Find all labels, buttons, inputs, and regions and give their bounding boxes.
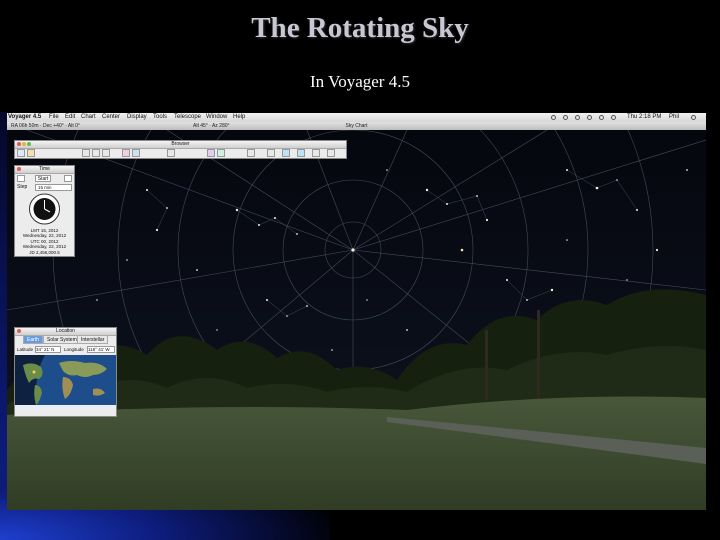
toolbar-button-2[interactable] — [27, 149, 35, 157]
location-tabs: Earth Solar System Interstellar — [15, 336, 116, 345]
slide-title: The Rotating Sky — [251, 12, 469, 44]
menu-telescope[interactable]: Telescope — [174, 113, 201, 122]
battery-icon[interactable] — [611, 115, 616, 120]
toolbar-button-14[interactable] — [297, 149, 305, 157]
toolbar-button-3[interactable] — [82, 149, 90, 157]
toolbar-button-9[interactable] — [207, 149, 215, 157]
volume-icon[interactable] — [575, 115, 580, 120]
timemachine-icon[interactable] — [599, 115, 604, 120]
sky-chart-view[interactable] — [7, 130, 706, 510]
tab-solar-system[interactable]: Solar System — [43, 336, 81, 344]
sky-chart-titlebar: Sky Chart RA 06h 50m · Dec +40° · Alt 0°… — [7, 122, 706, 130]
menu-center[interactable]: Center — [102, 113, 120, 122]
step-select[interactable]: 15 min — [35, 184, 72, 191]
menu-tools[interactable]: Tools — [153, 113, 167, 122]
toolbar-button-12[interactable] — [267, 149, 275, 157]
toolbar-button-5[interactable] — [102, 149, 110, 157]
time-titlebar: Time — [15, 166, 74, 174]
location-title: Location — [56, 328, 75, 334]
menu-edit[interactable]: Edit — [65, 113, 75, 122]
clock[interactable]: Thu 2:18 PM — [627, 113, 661, 122]
tab-earth[interactable]: Earth — [23, 336, 43, 344]
minimize-button[interactable] — [22, 142, 26, 146]
toolbar-button-16[interactable] — [327, 149, 335, 157]
latitude-label: Latitude — [17, 347, 34, 352]
coordinates-row: Latitude 34° 21' N Longitude 118° 41' W — [15, 345, 116, 354]
wifi-icon[interactable] — [563, 115, 568, 120]
location-titlebar: Location — [15, 328, 116, 336]
menu-window[interactable]: Window — [206, 113, 227, 122]
toolbar-button-8[interactable] — [167, 149, 175, 157]
toolbar-button-15[interactable] — [312, 149, 320, 157]
toolbar-button-4[interactable] — [92, 149, 100, 157]
time-clock-dial[interactable] — [15, 192, 74, 228]
close-button[interactable] — [17, 142, 21, 146]
step-label: Step — [17, 184, 28, 190]
toolbar-button-7[interactable] — [132, 149, 140, 157]
step-back-button[interactable] — [17, 175, 25, 182]
longitude-label: Longitude — [64, 347, 84, 352]
voyager-screenshot: Voyager 4.5 File Edit Chart Center Displ… — [7, 113, 706, 510]
sky-chart-title: Sky Chart — [345, 123, 368, 129]
browser-titlebar: Browser — [15, 141, 346, 149]
mac-menubar: Voyager 4.5 File Edit Chart Center Displ… — [7, 113, 706, 122]
julian-date: JD 2,456,000.5 — [29, 250, 60, 255]
latitude-field[interactable]: 34° 21' N — [35, 346, 61, 353]
menu-chart[interactable]: Chart — [81, 113, 96, 122]
menu-help[interactable]: Help — [233, 113, 245, 122]
world-map[interactable] — [15, 355, 116, 410]
toolbar-button-1[interactable] — [17, 149, 25, 157]
location-panel: Location Earth Solar System Interstellar… — [14, 327, 117, 417]
bluetooth-icon[interactable] — [551, 115, 556, 120]
zoom-button[interactable] — [27, 142, 31, 146]
time-panel: Time Start Step 15 min LMT 15, 2012 Wedn… — [14, 165, 75, 257]
tab-interstellar[interactable]: Interstellar — [77, 336, 109, 344]
start-button[interactable]: Start — [35, 175, 51, 182]
time-title: Time — [39, 166, 50, 172]
slide-subtitle: In Voyager 4.5 — [310, 72, 410, 91]
spotlight-icon[interactable] — [691, 115, 696, 120]
step-row: Step 15 min — [15, 183, 74, 192]
time-close-button[interactable] — [17, 167, 21, 171]
browser-title: Browser — [171, 141, 190, 147]
altaz-readout: Alt 45° · Az 280° — [193, 123, 230, 129]
longitude-field[interactable]: 118° 41' W — [87, 346, 115, 353]
time-controls: Start — [15, 174, 74, 183]
menu-display[interactable]: Display — [127, 113, 147, 122]
toolbar-button-13[interactable] — [282, 149, 290, 157]
location-close-button[interactable] — [17, 329, 21, 333]
menu-file[interactable]: File — [49, 113, 59, 122]
toolbar-button-6[interactable] — [122, 149, 130, 157]
toolbar-button-10[interactable] — [217, 149, 225, 157]
toolbar-button-11[interactable] — [247, 149, 255, 157]
sync-icon[interactable] — [587, 115, 592, 120]
user-name[interactable]: Phil — [669, 113, 679, 122]
step-forward-button[interactable] — [64, 175, 72, 182]
app-menu[interactable]: Voyager 4.5 — [8, 113, 41, 122]
coordinate-readout: RA 06h 50m · Dec +40° · Alt 0° — [11, 123, 80, 129]
